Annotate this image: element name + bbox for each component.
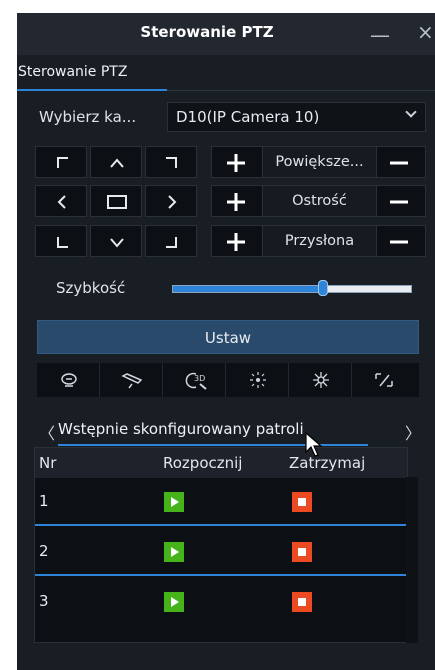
table-row[interactable]: 1 (35, 478, 407, 526)
table-scrollbar[interactable] (406, 477, 418, 643)
start-patrol-button[interactable] (164, 542, 184, 562)
camera-select-value: D10(IP Camera 10) (176, 108, 320, 126)
stop-patrol-button[interactable] (292, 492, 312, 512)
pan-down-left-button[interactable] (35, 225, 87, 257)
speed-slider-fill (173, 286, 323, 292)
window-title: Sterowanie PTZ (140, 23, 274, 41)
wiper-icon (61, 373, 77, 387)
pan-down-right-button[interactable] (145, 225, 197, 257)
zoom-out-button[interactable] (375, 147, 425, 177)
lens-init-button[interactable] (352, 363, 415, 397)
minus-icon (390, 161, 408, 165)
column-header-stop: Zatrzymaj (289, 454, 366, 472)
title-bar: Sterowanie PTZ — × (17, 13, 435, 55)
start-patrol-button[interactable] (164, 592, 184, 612)
speed-label: Szybkość (56, 279, 126, 297)
plus-icon (227, 233, 245, 251)
tilt-down-button[interactable] (90, 225, 142, 257)
mouse-cursor-icon (305, 432, 323, 457)
row-number: 2 (39, 542, 49, 560)
table-header: Nr Rozpocznij Zatrzymaj (35, 448, 407, 478)
stop-patrol-button[interactable] (292, 592, 312, 612)
stop-patrol-button[interactable] (292, 542, 312, 562)
start-patrol-button[interactable] (164, 492, 184, 512)
3d-zoom-icon: 3D (185, 372, 207, 390)
focus-near-button[interactable] (212, 186, 262, 216)
column-header-start: Rozpocznij (163, 454, 243, 472)
minus-icon (390, 200, 408, 204)
speed-slider[interactable] (172, 280, 412, 296)
function-toolbar: 3D (37, 363, 419, 397)
table-row[interactable]: 2 (35, 528, 407, 576)
plus-icon (227, 193, 245, 211)
wiper-button[interactable] (37, 363, 100, 397)
tab-bar: Sterowanie PTZ (17, 61, 435, 91)
camera-select-label: Wybierz ka... (39, 108, 137, 126)
chevron-down-icon (405, 106, 417, 118)
pan-up-left-button[interactable] (35, 146, 87, 178)
3d-zoom-button[interactable]: 3D (163, 363, 226, 397)
table-row[interactable]: 3 (35, 578, 407, 626)
patrol-table: Nr Rozpocznij Zatrzymaj 1 2 3 (34, 447, 408, 643)
zoom-in-button[interactable] (212, 147, 262, 177)
tab-ptz-control[interactable]: Sterowanie PTZ (17, 64, 167, 91)
focus-control: Ostrość (211, 185, 426, 217)
row-number: 3 (39, 592, 49, 610)
speed-slider-handle[interactable] (317, 280, 328, 296)
column-header-nr: Nr (39, 454, 57, 472)
pan-up-right-button[interactable] (145, 146, 197, 178)
svg-text:3D: 3D (194, 374, 205, 383)
iris-label: Przysłona (262, 226, 377, 256)
focus-far-button[interactable] (375, 186, 425, 216)
iris-open-button[interactable] (212, 226, 262, 256)
stop-ptz-button[interactable] (90, 185, 142, 217)
focus-label: Ostrość (262, 186, 377, 216)
auto-focus-button[interactable] (226, 363, 289, 397)
ptz-control-panel: Sterowanie PTZ — × Sterowanie PTZ Wybier… (17, 13, 435, 670)
pan-right-button[interactable] (145, 185, 197, 217)
light-icon (121, 373, 143, 389)
light-button[interactable] (100, 363, 163, 397)
next-tab-arrow[interactable]: 〉 (405, 420, 421, 444)
zoom-control: Powiększe... (211, 146, 426, 178)
tilt-up-button[interactable] (90, 146, 142, 178)
auto-focus-icon (250, 372, 266, 388)
close-button[interactable]: × (417, 20, 434, 44)
defog-button[interactable] (289, 363, 352, 397)
iris-control: Przysłona (211, 225, 426, 257)
row-number: 1 (39, 492, 49, 510)
lens-init-icon (375, 373, 393, 387)
camera-select[interactable]: D10(IP Camera 10) (167, 102, 426, 132)
pan-left-button[interactable] (35, 185, 87, 217)
defog-icon (313, 372, 329, 388)
iris-close-button[interactable] (375, 226, 425, 256)
minimize-button[interactable]: — (370, 23, 390, 47)
set-button[interactable]: Ustaw (37, 320, 419, 354)
plus-icon (227, 154, 245, 172)
zoom-label: Powiększe... (262, 147, 377, 177)
previous-tab-arrow[interactable]: 〈 (39, 420, 55, 444)
minus-icon (390, 240, 408, 244)
